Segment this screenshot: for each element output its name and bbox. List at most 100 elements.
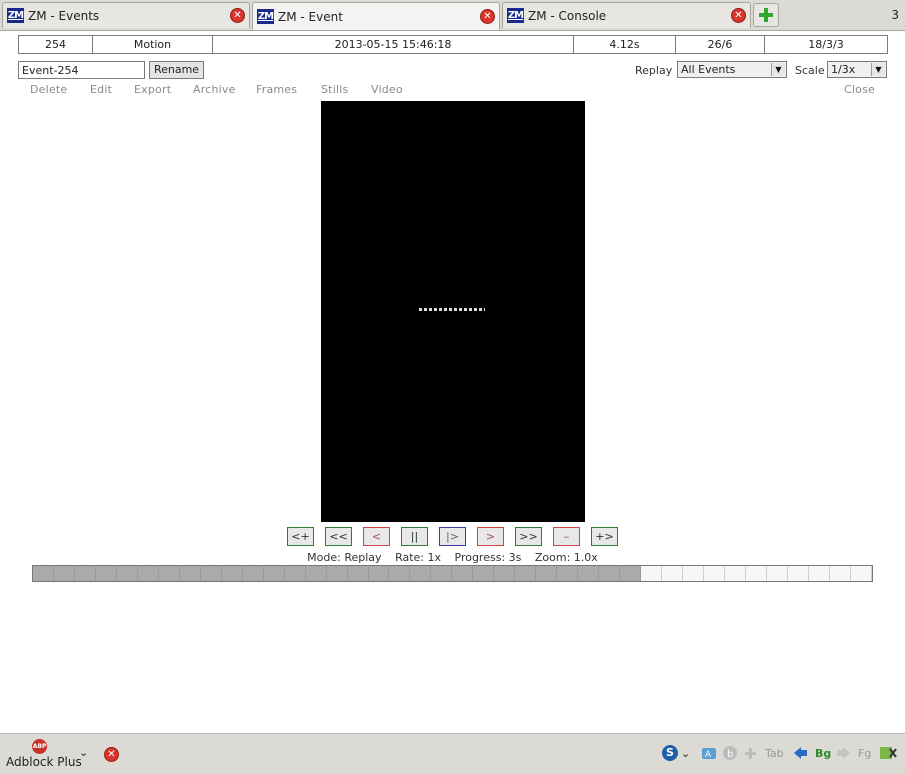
new-tab-button[interactable]: [753, 3, 779, 27]
progress-segment[interactable]: [137, 566, 159, 581]
progress-segment[interactable]: [326, 566, 348, 581]
translate-icon[interactable]: A: [701, 745, 717, 763]
progress-segment[interactable]: [641, 566, 663, 581]
progress-segment[interactable]: [200, 566, 222, 581]
progress-segment[interactable]: [620, 566, 642, 581]
s-addon-icon[interactable]: S: [662, 745, 678, 761]
chevron-down-icon[interactable]: ⌄: [79, 746, 88, 759]
progress-segment[interactable]: [221, 566, 243, 581]
progress-segment[interactable]: [829, 566, 851, 581]
progress-segment[interactable]: [33, 566, 54, 581]
progress-segment[interactable]: [53, 566, 75, 581]
progress-segment[interactable]: [284, 566, 306, 581]
scale-selected-value: 1/3x: [831, 63, 856, 76]
progress-segment[interactable]: [494, 566, 516, 581]
tab-label[interactable]: Tab: [765, 745, 784, 763]
event-name-input[interactable]: [18, 61, 145, 79]
progress-status: Progress: 3s: [454, 551, 522, 564]
dropdown-arrow-icon: ▼: [771, 63, 785, 76]
progress-segment[interactable]: [116, 566, 138, 581]
export-link[interactable]: Export: [134, 83, 171, 96]
slow-rewind-button[interactable]: <: [363, 527, 390, 546]
rate-status: Rate: 1x: [395, 551, 441, 564]
arrow-left-icon[interactable]: [792, 745, 808, 763]
close-tab-icon[interactable]: ✕: [230, 8, 245, 23]
progress-segment[interactable]: [410, 566, 432, 581]
pause-button[interactable]: ||: [401, 527, 428, 546]
arrow-right-icon[interactable]: [836, 745, 852, 763]
progress-segment[interactable]: [515, 566, 537, 581]
close-tab-icon[interactable]: ✕: [480, 9, 495, 24]
rename-button[interactable]: Rename: [149, 61, 204, 79]
progress-segment[interactable]: [850, 566, 872, 581]
chevron-down-icon[interactable]: ⌄: [681, 745, 690, 763]
close-link[interactable]: Close: [844, 83, 875, 96]
tab-zm-events[interactable]: ZM ZM - Events ✕: [2, 2, 250, 28]
extension-icon[interactable]: [879, 745, 897, 763]
event-datetime: 2013-05-15 15:46:18: [212, 35, 574, 54]
progress-segment[interactable]: [724, 566, 746, 581]
progress-segment[interactable]: [74, 566, 96, 581]
zm-logo-icon: ZM: [7, 8, 24, 23]
archive-link[interactable]: Archive: [193, 83, 236, 96]
video-link[interactable]: Video: [371, 83, 403, 96]
event-frames: 26/6: [675, 35, 765, 54]
close-addon-bar-icon[interactable]: ✕: [104, 747, 119, 762]
progress-segment[interactable]: [578, 566, 600, 581]
prev-event-button[interactable]: <+: [287, 527, 314, 546]
progress-segment[interactable]: [787, 566, 809, 581]
progress-segment[interactable]: [158, 566, 180, 581]
event-progress-bar[interactable]: [32, 565, 873, 582]
zoom-out-button[interactable]: –: [553, 527, 580, 546]
progress-segment[interactable]: [662, 566, 684, 581]
frames-link[interactable]: Frames: [256, 83, 297, 96]
info-icon[interactable]: b: [722, 745, 738, 763]
progress-segment[interactable]: [473, 566, 495, 581]
progress-segment[interactable]: [242, 566, 264, 581]
edit-link[interactable]: Edit: [90, 83, 112, 96]
delete-link[interactable]: Delete: [30, 83, 67, 96]
tab-zm-event[interactable]: ZM ZM - Event ✕: [252, 2, 500, 30]
progress-segment[interactable]: [704, 566, 725, 581]
progress-segment[interactable]: [452, 566, 474, 581]
play-button[interactable]: >: [477, 527, 504, 546]
stills-link[interactable]: Stills: [321, 83, 348, 96]
zoom-status: Zoom: 1.0x: [534, 551, 598, 564]
scale-select[interactable]: 1/3x ▼: [827, 61, 887, 78]
adblock-plus-icon[interactable]: ABP: [32, 739, 47, 754]
bg-label[interactable]: Bg: [815, 745, 831, 763]
fg-label[interactable]: Fg: [858, 745, 871, 763]
event-video-player[interactable]: [321, 101, 585, 522]
progress-segment[interactable]: [431, 566, 453, 581]
progress-segment[interactable]: [95, 566, 117, 581]
next-event-button[interactable]: +>: [591, 527, 618, 546]
replay-select[interactable]: All Events ▼: [677, 61, 787, 78]
tab-zm-console[interactable]: ZM ZM - Console ✕: [502, 2, 751, 28]
addon-bar: ABP Adblock Plus ⌄ ✕ S ⌄ A b ✚ Tab Bg Fg: [0, 733, 905, 774]
progress-segment[interactable]: [808, 566, 830, 581]
plus-icon[interactable]: ✚: [744, 745, 757, 763]
progress-segment[interactable]: [536, 566, 558, 581]
fast-rewind-button[interactable]: <<: [325, 527, 352, 546]
progress-segment[interactable]: [683, 566, 704, 581]
progress-segment[interactable]: [179, 566, 201, 581]
plus-icon: [759, 8, 773, 22]
progress-segment[interactable]: [599, 566, 621, 581]
adblock-plus-label[interactable]: Adblock Plus: [6, 755, 82, 769]
browser-tab-bar: ZM ZM - Events ✕ ZM ZM - Event ✕ ZM ZM -…: [0, 0, 905, 31]
fast-forward-button[interactable]: >>: [515, 527, 542, 546]
svg-text:A: A: [705, 750, 712, 760]
progress-segment[interactable]: [263, 566, 285, 581]
tab-title: ZM - Events: [28, 8, 100, 23]
zm-logo-icon: ZM: [507, 8, 524, 23]
progress-segment[interactable]: [389, 566, 411, 581]
progress-segment[interactable]: [347, 566, 369, 581]
progress-segment[interactable]: [745, 566, 767, 581]
close-tab-icon[interactable]: ✕: [731, 8, 746, 23]
step-forward-button[interactable]: |>: [439, 527, 466, 546]
svg-text:b: b: [727, 749, 733, 760]
progress-segment[interactable]: [766, 566, 788, 581]
progress-segment[interactable]: [557, 566, 579, 581]
progress-segment[interactable]: [368, 566, 390, 581]
progress-segment[interactable]: [305, 566, 327, 581]
